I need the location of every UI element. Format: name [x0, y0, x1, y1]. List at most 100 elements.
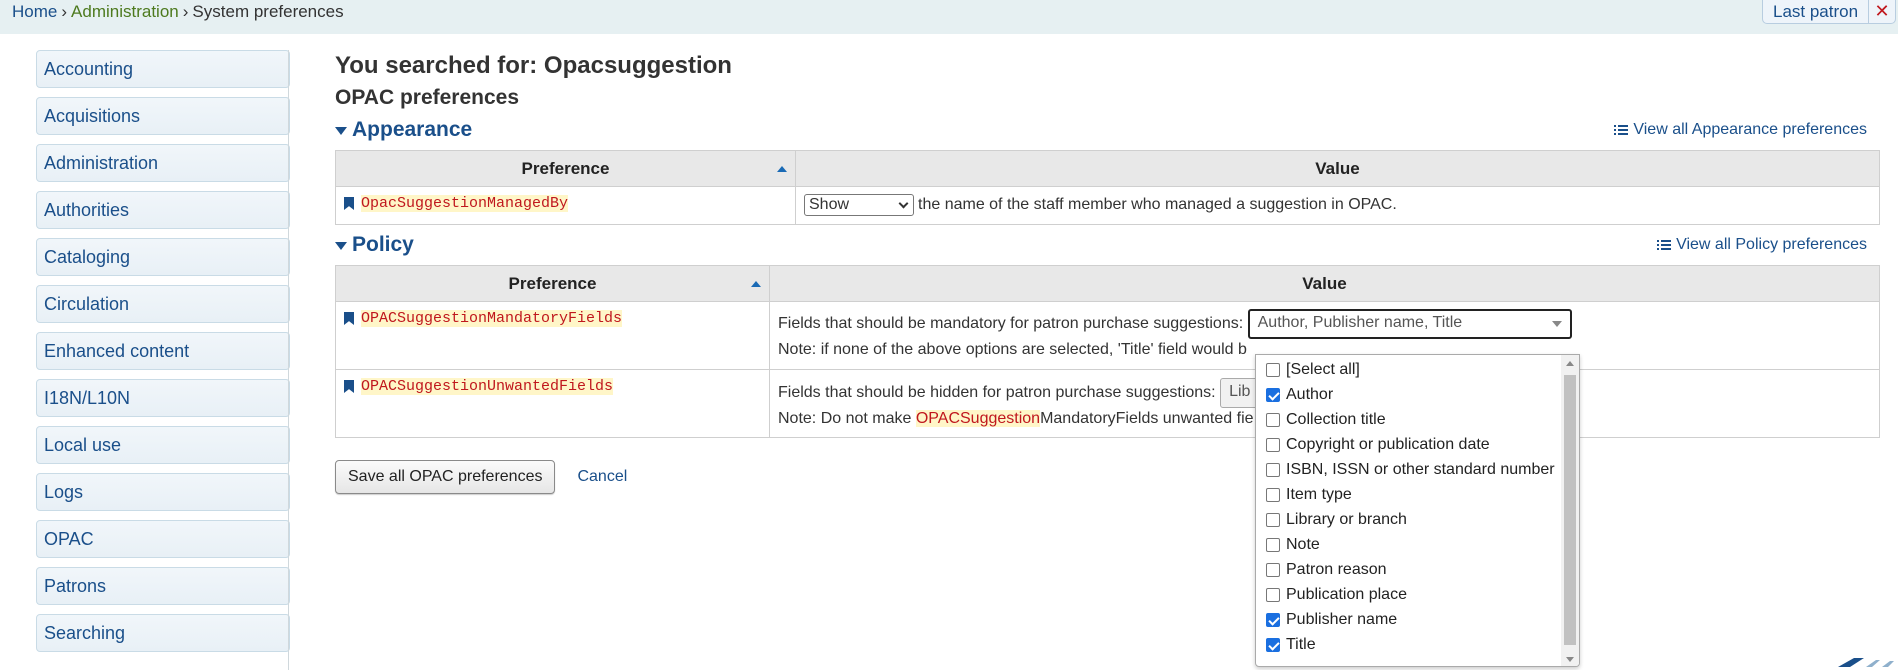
preference-column-header[interactable]: Preference	[335, 150, 796, 187]
appearance-table: Preference Value OpacSuggestionManagedBy…	[335, 150, 1880, 225]
sort-asc-icon	[777, 166, 787, 172]
preference-description: Fields that should be mandatory for patr…	[778, 315, 1244, 333]
dropdown-option[interactable]: Patron reason	[1256, 557, 1562, 582]
last-patron-button[interactable]: Last patron	[1763, 0, 1870, 23]
breadcrumb-administration-link[interactable]: Administration	[71, 2, 179, 21]
sidebar-item-cataloging[interactable]: Cataloging	[36, 238, 290, 276]
preference-description: the name of the staff member who managed…	[918, 196, 1397, 214]
dropdown-option[interactable]: Item type	[1256, 482, 1562, 507]
breadcrumb-home-link[interactable]: Home	[12, 2, 57, 21]
bookmark-icon[interactable]	[344, 380, 354, 393]
checkbox[interactable]	[1266, 587, 1280, 602]
section-title: OPAC preferences	[335, 86, 520, 109]
policy-table: Preference Value OPACSuggestionMandatory…	[335, 265, 1880, 438]
checkbox-checked[interactable]	[1266, 612, 1280, 627]
sidebar-item-local-use[interactable]: Local use	[36, 426, 290, 464]
checkbox[interactable]	[1266, 412, 1280, 427]
dropdown-option-label: Note	[1286, 535, 1320, 553]
main-content: You searched for: Opacsuggestion OPAC pr…	[335, 52, 1881, 494]
bookmark-icon[interactable]	[344, 312, 354, 325]
logo-icon	[1838, 658, 1894, 667]
dropdown-option[interactable]: Publisher name	[1256, 607, 1562, 632]
checkbox[interactable]	[1266, 462, 1280, 477]
checkbox[interactable]	[1266, 562, 1280, 577]
checkbox-checked[interactable]	[1266, 637, 1280, 652]
scroll-down-icon[interactable]	[1566, 657, 1574, 662]
save-all-button[interactable]: Save all OPAC preferences	[335, 460, 556, 494]
view-all-policy-label: View all Policy preferences	[1676, 236, 1867, 253]
breadcrumb-separator: ›	[182, 2, 189, 21]
dropdown-scrollbar[interactable]	[1561, 355, 1579, 666]
table-row: OpacSuggestionManagedBy Show the name of …	[335, 186, 1880, 225]
cancel-link[interactable]: Cancel	[577, 468, 627, 486]
preference-cell: OpacSuggestionManagedBy	[335, 186, 796, 225]
dropdown-option-label: Publication place	[1286, 585, 1407, 603]
dropdown-option[interactable]: ISBN, ISSN or other standard number	[1256, 457, 1562, 482]
table-row: OPACSuggestionUnwantedFields Fields that…	[335, 369, 1880, 438]
appearance-group-header: Appearance View all Appearance preferenc…	[335, 118, 1881, 148]
form-actions: Save all OPAC preferences Cancel	[335, 460, 1881, 494]
sidebar-item-administration[interactable]: Administration	[36, 144, 290, 182]
checkbox[interactable]	[1266, 537, 1280, 552]
dropdown-option[interactable]: Library or branch	[1256, 507, 1562, 532]
scroll-up-icon[interactable]	[1566, 361, 1574, 366]
appearance-toggle[interactable]: Appearance	[352, 118, 472, 142]
scrollbar-thumb[interactable]	[1564, 375, 1576, 645]
dropdown-option[interactable]: Author	[1256, 382, 1562, 407]
value-column-header: Value	[769, 265, 1880, 302]
dropdown-option-label: Publisher name	[1286, 610, 1398, 628]
managed-by-select[interactable]: Show	[804, 194, 914, 216]
preference-name: OPACSuggestionUnwantedFields	[361, 378, 614, 395]
preference-cell: OPACSuggestionUnwantedFields	[335, 369, 770, 438]
sidebar-item-searching[interactable]: Searching	[36, 614, 290, 652]
caret-down-icon[interactable]	[335, 127, 347, 135]
sidebar-item-i18n-l10n[interactable]: I18N/L10N	[36, 379, 290, 417]
bookmark-icon[interactable]	[344, 197, 354, 210]
list-icon	[1657, 239, 1672, 251]
table-row: OPACSuggestionMandatoryFields Fields tha…	[335, 301, 1880, 370]
value-column-header: Value	[795, 150, 1880, 187]
dropdown-option-label: Copyright or publication date	[1286, 435, 1490, 453]
value-cell: Show the name of the staff member who man…	[795, 186, 1880, 225]
policy-toggle[interactable]: Policy	[352, 233, 414, 257]
page-title: You searched for: Opacsuggestion	[335, 52, 732, 79]
sidebar-item-accounting[interactable]: Accounting	[36, 50, 290, 88]
checkbox[interactable]	[1266, 512, 1280, 527]
dropdown-option[interactable]: Publication place	[1256, 582, 1562, 607]
view-all-policy-link[interactable]: View all Policy preferences	[1657, 236, 1867, 254]
top-bar: Home › Administration › System preferences L…	[0, 0, 1898, 34]
breadcrumb-separator: ›	[61, 2, 68, 21]
dropdown-option[interactable]: Copyright or publication date	[1256, 432, 1562, 457]
dropdown-option-label: ISBN, ISSN or other standard number	[1286, 460, 1555, 478]
dropdown-options: [Select all] Author Collection title Copyri…	[1256, 357, 1562, 657]
last-patron-widget: Last patron ✕	[1762, 0, 1897, 24]
sidebar-nav: Accounting Acquisitions Administration A…	[36, 50, 290, 670]
sidebar-item-patrons[interactable]: Patrons	[36, 567, 290, 605]
dropdown-option-label: Patron reason	[1286, 560, 1387, 578]
preference-column-header[interactable]: Preference	[335, 265, 770, 302]
checkbox-checked[interactable]	[1266, 387, 1280, 402]
sidebar-item-logs[interactable]: Logs	[36, 473, 290, 511]
dropdown-option[interactable]: Note	[1256, 532, 1562, 557]
checkbox[interactable]	[1266, 362, 1280, 377]
view-all-appearance-link[interactable]: View all Appearance preferences	[1614, 121, 1867, 139]
sidebar-item-opac[interactable]: OPAC	[36, 520, 290, 558]
mandatory-fields-multiselect[interactable]: Author, Publisher name, Title	[1247, 309, 1572, 339]
caret-down-icon[interactable]	[335, 242, 347, 250]
dropdown-option-label: Library or branch	[1286, 510, 1407, 528]
dropdown-option[interactable]: Collection title	[1256, 407, 1562, 432]
checkbox[interactable]	[1266, 487, 1280, 502]
dropdown-option[interactable]: [Select all]	[1256, 357, 1562, 382]
search-highlight: OPACSuggestion	[915, 410, 1041, 427]
close-icon[interactable]: ✕	[1869, 0, 1895, 23]
preference-name: OpacSuggestionManagedBy	[361, 195, 569, 212]
sidebar-item-acquisitions[interactable]: Acquisitions	[36, 97, 290, 135]
mandatory-fields-dropdown: [Select all] Author Collection title Copyri…	[1255, 354, 1580, 667]
sidebar-item-circulation[interactable]: Circulation	[36, 285, 290, 323]
sidebar-item-authorities[interactable]: Authorities	[36, 191, 290, 229]
checkbox[interactable]	[1266, 437, 1280, 452]
dropdown-option-label: Item type	[1286, 485, 1352, 503]
dropdown-option-label: [Select all]	[1286, 360, 1360, 378]
dropdown-option[interactable]: Title	[1256, 632, 1562, 657]
sidebar-item-enhanced-content[interactable]: Enhanced content	[36, 332, 290, 370]
